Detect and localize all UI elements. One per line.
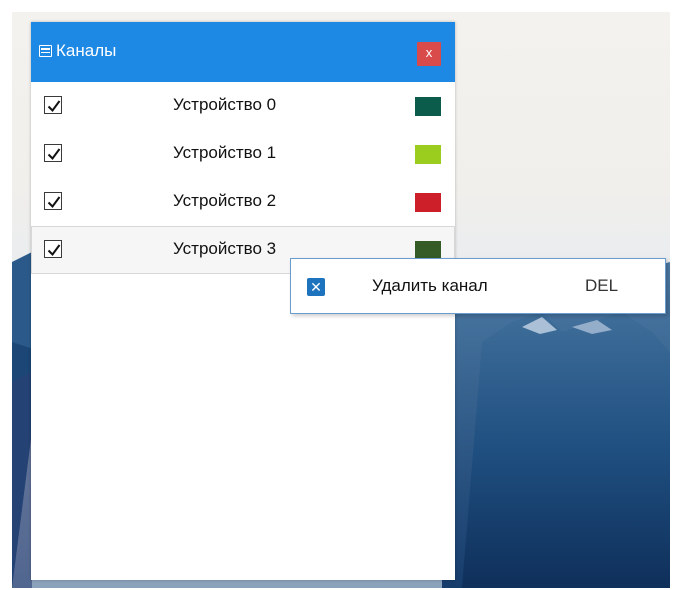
channel-label: Устройство 2 <box>173 191 277 210</box>
channel-checkbox[interactable] <box>44 192 62 210</box>
channel-color-swatch[interactable] <box>415 193 441 212</box>
channel-row-1[interactable]: Устройство 1 <box>31 130 455 178</box>
channel-checkbox[interactable] <box>44 96 62 114</box>
delete-icon: ✕ <box>307 278 325 296</box>
window-title: Каналы <box>56 41 117 60</box>
channel-color-swatch[interactable] <box>415 145 441 164</box>
channel-label: Устройство 0 <box>173 95 277 114</box>
channel-checkbox[interactable] <box>44 144 62 162</box>
channel-label: Устройство 1 <box>173 143 277 162</box>
channel-checkbox[interactable] <box>44 240 62 258</box>
channel-color-swatch[interactable] <box>415 97 441 116</box>
checkmark-icon <box>47 244 61 257</box>
list-icon <box>39 45 52 57</box>
window-titlebar[interactable]: Каналы x <box>31 22 455 82</box>
checkmark-icon <box>47 148 61 161</box>
channel-list: Устройство 0 Устройство 1 Устройство 2 У… <box>31 82 455 274</box>
channel-label: Устройство 3 <box>173 239 277 258</box>
context-menu: ✕ Удалить канал DEL <box>290 258 666 314</box>
close-button[interactable]: x <box>417 42 441 66</box>
menu-item-delete-channel[interactable]: ✕ Удалить канал DEL <box>291 259 665 313</box>
menu-item-label: Удалить канал <box>372 276 488 295</box>
checkmark-icon <box>47 100 61 113</box>
channel-row-0[interactable]: Устройство 0 <box>31 82 455 130</box>
menu-item-shortcut: DEL <box>585 276 619 295</box>
channel-row-2[interactable]: Устройство 2 <box>31 178 455 226</box>
checkmark-icon <box>47 196 61 209</box>
